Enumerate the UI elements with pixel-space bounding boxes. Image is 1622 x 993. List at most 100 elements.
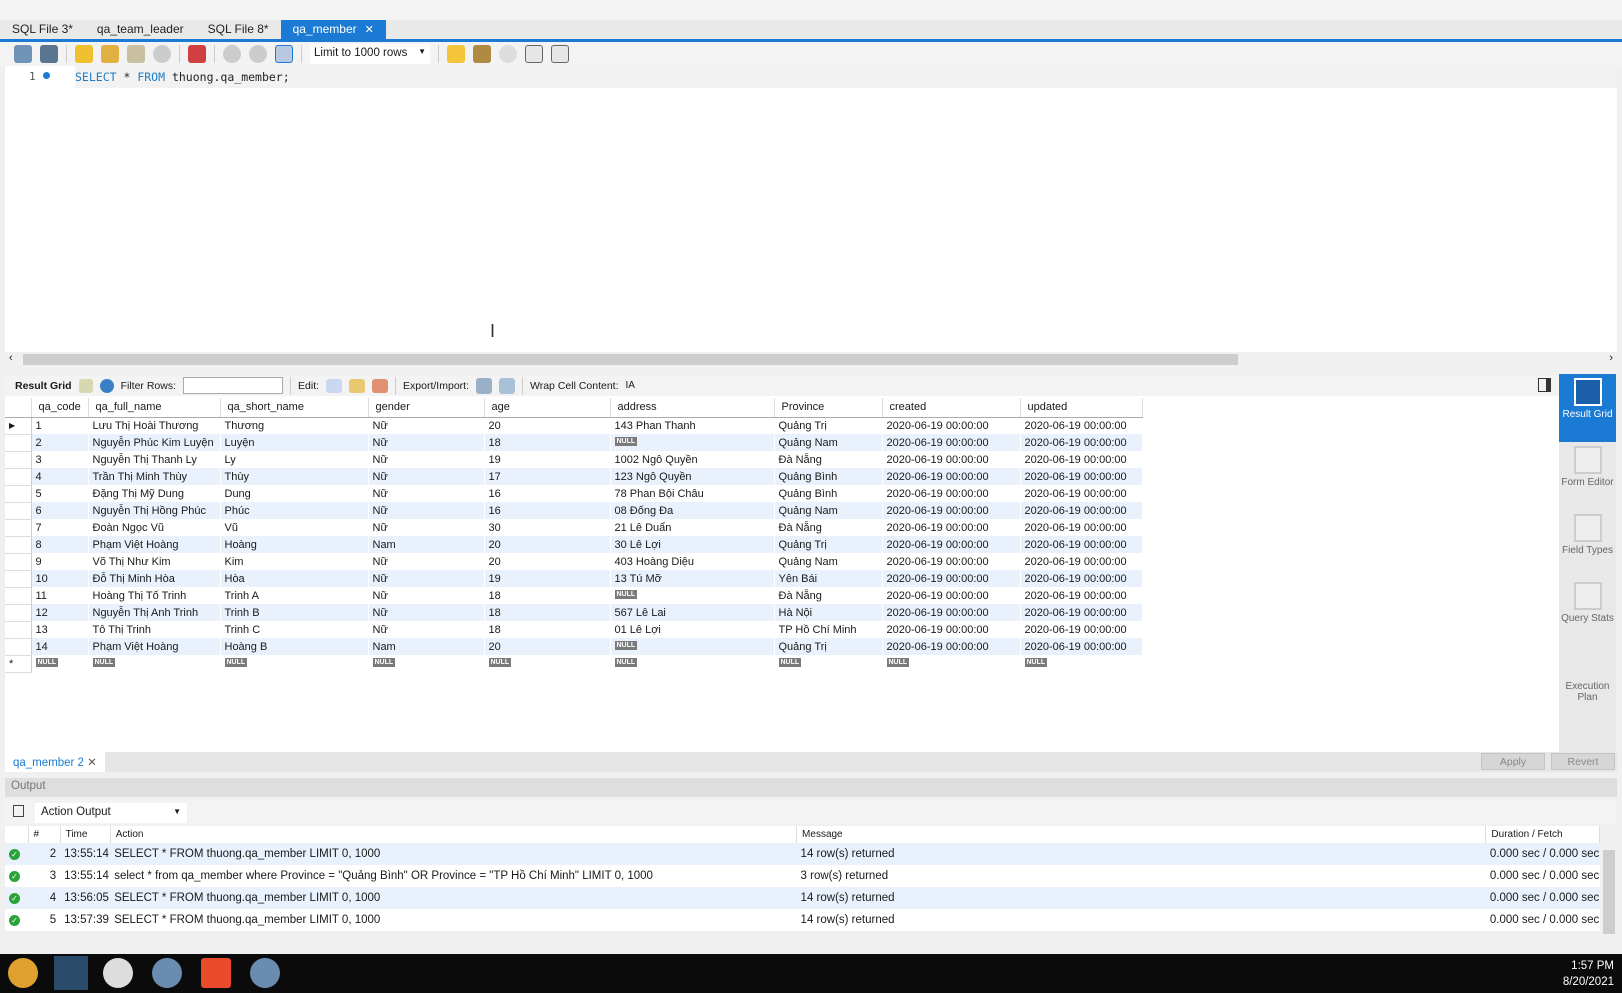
column-header-qa_code[interactable]: qa_code	[31, 398, 89, 418]
wrap-cell-icon[interactable]: IA	[626, 380, 635, 391]
cell-address[interactable]: 21 Lê Duẩn	[610, 519, 775, 536]
cell-qa_full_name[interactable]: Phạm Việt Hoàng	[88, 536, 221, 553]
row-header[interactable]	[5, 604, 32, 622]
cell-gender[interactable]: Nữ	[368, 604, 485, 621]
table-row[interactable]: 6 Nguyễn Thị Hồng Phúc Phúc Nữ 16 08 Đống Đa Q…	[5, 502, 1143, 520]
cell-created[interactable]: 2020-06-19 00:00:00	[882, 553, 1021, 570]
table-row[interactable]: 14 Phạm Việt Hoàng Hoàng B Nam 20 NULL Quảng T…	[5, 638, 1143, 656]
cell-gender[interactable]: Nữ	[368, 485, 485, 502]
tab-qa-member[interactable]: qa_member ✕	[280, 20, 386, 39]
cell-gender[interactable]: Nữ	[368, 587, 485, 604]
cell-qa_code[interactable]: 4	[31, 468, 89, 485]
apply-button[interactable]: Apply	[1481, 753, 1545, 770]
table-row[interactable]: 2 Nguyễn Phúc Kim Luyện Luyện Nữ 18 NULL Quảng…	[5, 434, 1143, 452]
cell-age[interactable]: 17	[484, 468, 611, 485]
cell-qa_full_name[interactable]: NULL	[88, 655, 221, 672]
execute-current-icon[interactable]	[101, 45, 119, 63]
cell-qa_short_name[interactable]: Trinh B	[220, 604, 369, 621]
cell-qa_code[interactable]: 8	[31, 536, 89, 553]
table-row[interactable]: 10 Đỗ Thị Minh Hòa Hòa Nữ 19 13 Tú Mỡ Yên Bái 2…	[5, 570, 1143, 588]
output-row[interactable]: ✓ 2 13:55:14 SELECT * FROM thuong.qa_member…	[5, 843, 1600, 865]
cell-age[interactable]: 20	[484, 553, 611, 570]
cell-gender[interactable]: Nữ	[368, 519, 485, 536]
sublime-icon[interactable]	[201, 958, 231, 988]
row-header[interactable]: *	[5, 655, 32, 673]
row-header[interactable]	[5, 502, 32, 520]
stop-icon[interactable]	[153, 45, 171, 63]
cell-province[interactable]: Đà Nẵng	[774, 451, 883, 468]
add-snippet-icon[interactable]	[447, 45, 465, 63]
cell-age[interactable]: 16	[484, 485, 611, 502]
save-icon[interactable]	[40, 45, 58, 63]
sql-code[interactable]: SELECT * FROM thuong.qa_member;	[75, 70, 290, 84]
side-form-editor[interactable]: Form Editor	[1559, 442, 1616, 510]
cell-qa_short_name[interactable]: Thương	[220, 417, 369, 434]
insert-row-icon[interactable]	[349, 378, 366, 393]
cell-qa_code[interactable]: 9	[31, 553, 89, 570]
scrollbar-thumb[interactable]	[23, 354, 1238, 365]
cell-created[interactable]: 2020-06-19 00:00:00	[882, 587, 1021, 604]
horizontal-scrollbar[interactable]: ‹ ›	[5, 352, 1617, 367]
filter-rows-input[interactable]	[183, 377, 284, 394]
cell-address[interactable]: NULL	[610, 638, 775, 655]
cell-qa_short_name[interactable]: Phúc	[220, 502, 369, 519]
cell-age[interactable]: 20	[484, 536, 611, 553]
cell-updated[interactable]: 2020-06-19 00:00:00	[1020, 604, 1143, 621]
cell-address[interactable]: 403 Hoàng Diệu	[610, 553, 775, 570]
wrap-lines-icon[interactable]	[551, 45, 569, 63]
cell-qa_short_name[interactable]: Thùy	[220, 468, 369, 485]
row-header[interactable]	[5, 553, 32, 571]
cell-province[interactable]: Quảng Bình	[774, 468, 883, 485]
cell-qa_code[interactable]: 3	[31, 451, 89, 468]
cell-address[interactable]: 13 Tú Mỡ	[610, 570, 775, 587]
cell-address[interactable]: 143 Phan Thanh	[610, 417, 775, 434]
cell-qa_full_name[interactable]: Nguyễn Thị Thanh Ly	[88, 451, 221, 468]
side-query-stats[interactable]: Query Stats	[1559, 578, 1616, 646]
cell-province[interactable]: NULL	[774, 655, 883, 672]
scroll-right-icon[interactable]: ›	[1609, 352, 1613, 364]
explain-icon[interactable]	[127, 45, 145, 63]
row-header[interactable]	[5, 570, 32, 588]
column-header-age[interactable]: age	[484, 398, 611, 418]
cell-qa_full_name[interactable]: Trần Thị Minh Thùy	[88, 468, 221, 485]
cell-updated[interactable]: 2020-06-19 00:00:00	[1020, 485, 1143, 502]
cell-qa_short_name[interactable]: Luyện	[220, 434, 369, 451]
cell-gender[interactable]: Nữ	[368, 417, 485, 434]
cell-qa_code[interactable]: NULL	[31, 655, 89, 672]
cell-qa_code[interactable]: 11	[31, 587, 89, 604]
cell-qa_short_name[interactable]: Hòa	[220, 570, 369, 587]
table-row[interactable]: 12 Nguyễn Thị Anh Trinh Trinh B Nữ 18 567 Lê …	[5, 604, 1143, 622]
cell-qa_code[interactable]: 2	[31, 434, 89, 451]
toggle-panel-icon[interactable]	[1538, 378, 1551, 392]
scrollbar-thumb[interactable]	[1603, 850, 1615, 934]
cell-qa_full_name[interactable]: Võ Thị Như Kim	[88, 553, 221, 570]
cell-qa_full_name[interactable]: Nguyễn Phúc Kim Luyện	[88, 434, 221, 451]
cell-qa_full_name[interactable]: Đỗ Thị Minh Hòa	[88, 570, 221, 587]
cell-qa_short_name[interactable]: Trinh A	[220, 587, 369, 604]
rollback-icon[interactable]	[249, 45, 267, 63]
result-tab-qa-member-2[interactable]: qa_member 2 ✕	[5, 752, 105, 772]
cell-address[interactable]: NULL	[610, 587, 775, 604]
column-header-province[interactable]: Province	[774, 398, 883, 418]
cell-address[interactable]: 30 Lê Lợi	[610, 536, 775, 553]
table-row[interactable]: 3 Nguyễn Thị Thanh Ly Ly Nữ 19 1002 Ngô Quyền…	[5, 451, 1143, 469]
cell-address[interactable]: 78 Phan Bội Châu	[610, 485, 775, 502]
column-header-created[interactable]: created	[882, 398, 1021, 418]
cell-address[interactable]: NULL	[610, 434, 775, 451]
delete-row-icon[interactable]	[372, 378, 389, 393]
tab-sql-file-3[interactable]: SQL File 3*	[0, 20, 85, 39]
row-header[interactable]	[5, 638, 32, 656]
row-header[interactable]	[5, 434, 32, 452]
cell-gender[interactable]: NULL	[368, 655, 485, 672]
cell-province[interactable]: Yên Bái	[774, 570, 883, 587]
cell-age[interactable]: 18	[484, 621, 611, 638]
cell-province[interactable]: TP Hồ Chí Minh	[774, 621, 883, 638]
cell-age[interactable]: 30	[484, 519, 611, 536]
cell-created[interactable]: 2020-06-19 00:00:00	[882, 638, 1021, 655]
cell-gender[interactable]: Nữ	[368, 468, 485, 485]
cell-address[interactable]: 01 Lê Lợi	[610, 621, 775, 638]
execute-icon[interactable]	[75, 45, 93, 63]
cell-age[interactable]: 19	[484, 451, 611, 468]
column-header-updated[interactable]: updated	[1020, 398, 1143, 418]
cell-age[interactable]: 18	[484, 604, 611, 621]
